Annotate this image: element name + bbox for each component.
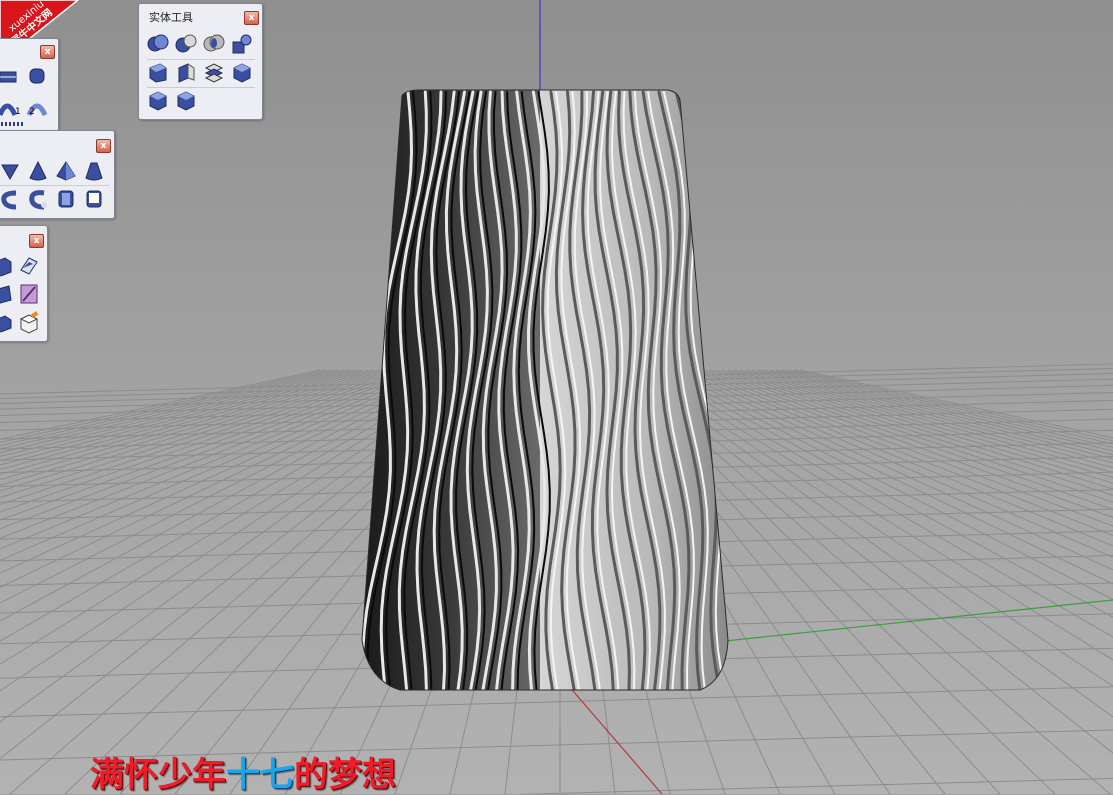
cube-edit-icon[interactable] — [17, 310, 41, 334]
cylinder-surface-icon[interactable] — [25, 63, 49, 87]
close-button[interactable]: x — [96, 139, 111, 153]
vase-3d-model[interactable] — [361, 89, 729, 691]
caption-part-2: 十七 — [226, 755, 294, 795]
boolean-intersection-icon[interactable] — [202, 32, 226, 56]
close-button[interactable]: x — [29, 234, 44, 248]
close-button[interactable]: x — [40, 45, 55, 59]
more-tools-dots[interactable] — [1, 122, 25, 126]
create-solid-icon[interactable] — [146, 60, 170, 84]
box-icon[interactable] — [0, 254, 15, 278]
torus-icon[interactable] — [0, 187, 22, 211]
solid-primitives-toolbar[interactable]: x — [0, 130, 115, 219]
toolbar-title: 实体工具 — [149, 11, 193, 24]
pipe-icon[interactable] — [26, 187, 50, 211]
planar-surface-icon[interactable] — [17, 254, 41, 278]
label-2: 2 — [29, 107, 35, 117]
cone-icon[interactable] — [26, 159, 50, 183]
tube-icon[interactable] — [82, 187, 106, 211]
caption-text: 满怀少年十七的梦想 — [90, 755, 396, 795]
caption-part-3: 的梦想 — [294, 755, 396, 795]
label-1: 1 — [15, 107, 21, 117]
cap-planar-holes-icon[interactable] — [202, 60, 226, 84]
solid-tools-toolbar[interactable]: 实体工具 x — [138, 3, 263, 120]
boolean-split-icon[interactable] — [230, 32, 254, 56]
extrude-face-icon[interactable] — [174, 88, 198, 112]
truncated-cone-icon[interactable] — [82, 159, 106, 183]
caption-part-1: 满怀少年 — [90, 755, 226, 795]
surface-toolbar[interactable]: x 1 2 — [0, 38, 59, 132]
shell-solid-icon[interactable] — [146, 88, 170, 112]
extract-surface-icon[interactable] — [174, 60, 198, 84]
merge-faces-icon[interactable] — [230, 60, 254, 84]
extrude-curve-icon[interactable] — [0, 63, 21, 87]
ellipsoid-icon[interactable] — [0, 159, 22, 183]
solid-edit-toolbar[interactable]: x — [0, 225, 48, 342]
extrude-icon[interactable] — [0, 310, 15, 334]
boolean-union-icon[interactable] — [146, 32, 170, 56]
boolean-difference-icon[interactable] — [174, 32, 198, 56]
edge-surface-icon[interactable] — [0, 282, 15, 306]
close-button[interactable]: x — [244, 11, 259, 25]
pyramid-icon[interactable] — [54, 159, 78, 183]
cylinder-solid-icon[interactable] — [54, 187, 78, 211]
paint-icon[interactable] — [17, 282, 41, 306]
